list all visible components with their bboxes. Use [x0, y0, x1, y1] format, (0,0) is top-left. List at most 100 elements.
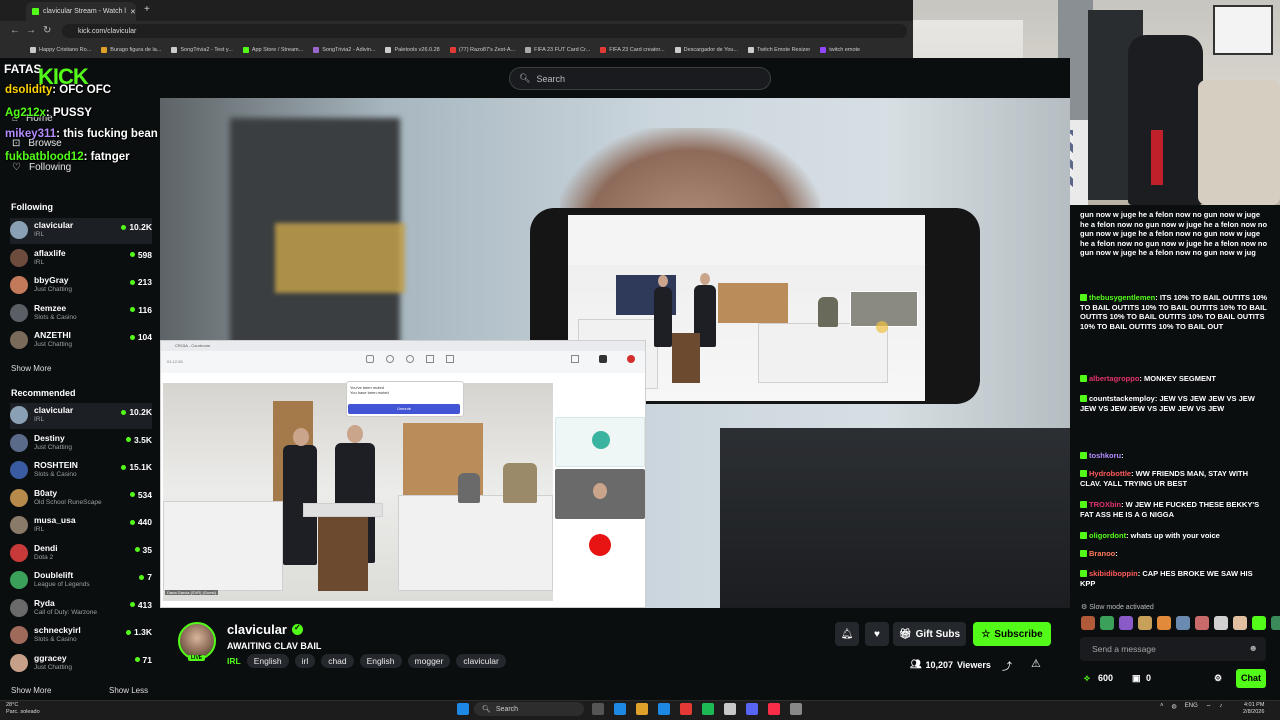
taskbar-app-icon[interactable] [724, 703, 736, 715]
url-input[interactable]: kick.com/clavicular [62, 24, 907, 38]
stream-tag[interactable]: English [359, 654, 402, 668]
bookmark-item[interactable]: Burago figura de la... [101, 46, 161, 53]
people-icon[interactable] [386, 355, 394, 363]
bookmark-item[interactable]: FIFA 23 FUT Card Cr... [525, 46, 590, 53]
reload-icon[interactable]: ↻ [43, 25, 51, 36]
sidebar-channel-schneckyirl[interactable]: schneckyirl Slots & Casino 1.3K [10, 623, 152, 649]
sidebar-channel-dendi[interactable]: Dendi Dota 2 35 [10, 541, 152, 567]
bookmark-item[interactable]: SongTrivia2 - Adivin... [313, 46, 375, 53]
emote-icon[interactable] [1119, 616, 1133, 630]
taskbar-app-icon[interactable] [592, 703, 604, 715]
chat-settings-icon[interactable]: ⚙ [1214, 673, 1222, 684]
stream-tag[interactable]: irl [294, 654, 316, 668]
chat-username[interactable]: Branoo [1089, 549, 1115, 558]
chat-send-button[interactable]: Chat [1236, 669, 1266, 688]
leave-icon[interactable] [627, 355, 635, 363]
emote-icon[interactable] [1100, 616, 1114, 630]
chat-username[interactable]: albertagroppo [1089, 374, 1139, 383]
taskbar-app-icon[interactable] [636, 703, 648, 715]
react-icon[interactable] [406, 355, 414, 363]
show-more-following[interactable]: Show More [11, 364, 51, 373]
bookmark-item[interactable]: (77) Razo87's Zest-A... [449, 46, 515, 53]
taskbar-app-icon[interactable] [702, 703, 714, 715]
emote-icon[interactable] [1176, 616, 1190, 630]
points-icon[interactable]: ⟡ [1084, 673, 1090, 684]
unmute-button[interactable]: Unmute [348, 404, 460, 414]
emote-icon[interactable] [1195, 616, 1209, 630]
bookmark-item[interactable]: Descargador de You... [674, 46, 738, 53]
sidebar-channel-remzee[interactable]: Remzee Slots & Casino 116 [10, 301, 152, 327]
emote-icon[interactable] [1271, 616, 1280, 630]
chat-message-input[interactable]: Send a message ☻ [1080, 637, 1266, 661]
new-tab-button[interactable]: + [144, 4, 150, 15]
browser-tab-active[interactable]: clavicular Stream - Watch l ✕ [26, 2, 136, 21]
zoom-window[interactable]: CR15A - Courtroom 01:12:28 You've been m… [160, 340, 646, 608]
streamer-name[interactable]: clavicular [227, 622, 303, 637]
emote-icon[interactable] [1252, 616, 1266, 630]
emote-icon[interactable] [1157, 616, 1171, 630]
taskbar-app-icon[interactable] [658, 703, 670, 715]
chat-username[interactable]: thebusygentlemen [1089, 293, 1155, 302]
bookmark-item[interactable]: Happy Cristiano Ro... [30, 46, 91, 53]
sidebar-channel-ryda[interactable]: Ryda Call of Duty: Warzone 413 [10, 596, 152, 622]
bookmark-item[interactable]: FIFA 23 Card creator... [600, 46, 665, 53]
chat-username[interactable]: toshkoru [1089, 451, 1121, 460]
sidebar-channel-ggracey[interactable]: ggracey Just Chatting 71 [10, 651, 152, 677]
subscribe-button[interactable]: ☆ Subscribe [973, 622, 1051, 646]
emote-icon[interactable] [1233, 616, 1247, 630]
notification-bell-icon[interactable]: 🔔︎ [835, 622, 859, 646]
chat-username[interactable]: oligordont [1089, 531, 1126, 540]
chat-username[interactable]: Hydrobottle [1089, 469, 1131, 478]
bookmark-item[interactable]: Paletools v26.0.28 [385, 46, 440, 53]
stream-tag[interactable]: chad [321, 654, 354, 668]
search-input[interactable]: 🔍︎ Search [509, 67, 771, 90]
bookmark-item[interactable]: App Store / Stream... [242, 46, 303, 53]
more-icon[interactable] [446, 355, 454, 363]
weather-widget[interactable]: 28°C Parc. soleado [6, 702, 40, 716]
stream-tag[interactable]: clavicular [456, 654, 506, 668]
mic-icon[interactable] [599, 355, 607, 363]
sidebar-channel-clavicular[interactable]: clavicular IRL 10.2K [10, 218, 152, 244]
bookmark-item[interactable]: SongTrivia2 - Test y... [171, 46, 233, 53]
share-icon[interactable]: ⤴ [1002, 658, 1012, 673]
taskbar-app-icon[interactable] [680, 703, 692, 715]
follow-heart-icon[interactable]: ♥ [865, 622, 889, 646]
emoji-picker-icon[interactable]: ☻ [1249, 643, 1258, 653]
chat-username[interactable]: skibidiboppin [1089, 569, 1138, 578]
chat-username[interactable]: countstackemploy [1089, 394, 1155, 403]
taskbar-app-icon[interactable] [790, 703, 802, 715]
emote-icon[interactable] [1081, 616, 1095, 630]
stream-tag[interactable]: mogger [407, 654, 451, 668]
sidebar-channel-roshtein[interactable]: ROSHTEIN Slots & Casino 15.1K [10, 458, 152, 484]
taskbar-clock[interactable]: 4:01 PM 2/8/2026 [1243, 702, 1264, 716]
sidebar-channel-b0aty[interactable]: B0aty Old School RuneScape 534 [10, 486, 152, 512]
sidebar-channel-destiny[interactable]: Destiny Just Chatting 3.5K [10, 431, 152, 457]
category-link[interactable]: IRL [227, 656, 241, 666]
record-button[interactable] [589, 534, 611, 556]
chevron-up-icon[interactable]: ˄ [1160, 703, 1164, 711]
taskbar-search[interactable]: 🔍︎ Search [474, 702, 584, 716]
video-player[interactable]: CR15A - Courtroom 01:12:28 You've been m… [160, 98, 1070, 608]
language-indicator[interactable]: ENG [1185, 703, 1198, 711]
bookmark-item[interactable]: twitch emote [820, 46, 860, 53]
chat-username[interactable]: TROXbin [1089, 500, 1121, 509]
windows-start-icon[interactable] [457, 703, 469, 715]
bookmark-item[interactable]: Twitch Emote Resizer [748, 46, 810, 53]
network-icon[interactable]: ◍ [1172, 703, 1177, 711]
volume-icon[interactable]: ♪ [1219, 703, 1222, 711]
back-icon[interactable]: ← [10, 25, 20, 36]
taskbar-app-icon[interactable] [768, 703, 780, 715]
sidebar-channel-musa_usa[interactable]: musa_usa IRL 440 [10, 513, 152, 539]
taskbar-app-icon[interactable] [614, 703, 626, 715]
sidebar-nav-following[interactable]: ♡ Following [12, 162, 71, 173]
view-icon[interactable] [426, 355, 434, 363]
sidebar-channel-doublelift[interactable]: Doublelift League of Legends 7 [10, 568, 152, 594]
forward-icon[interactable]: → [26, 25, 36, 36]
emote-icon[interactable] [1138, 616, 1152, 630]
tab-close-icon[interactable]: ✕ [130, 8, 136, 16]
camera-icon[interactable] [571, 355, 579, 363]
sidebar-channel-anzethi[interactable]: ANZETHI Just Chatting 104 [10, 328, 152, 354]
emote-icon[interactable] [1214, 616, 1228, 630]
show-less-recommended[interactable]: Show Less [109, 686, 148, 695]
stream-tag[interactable]: English [246, 654, 289, 668]
